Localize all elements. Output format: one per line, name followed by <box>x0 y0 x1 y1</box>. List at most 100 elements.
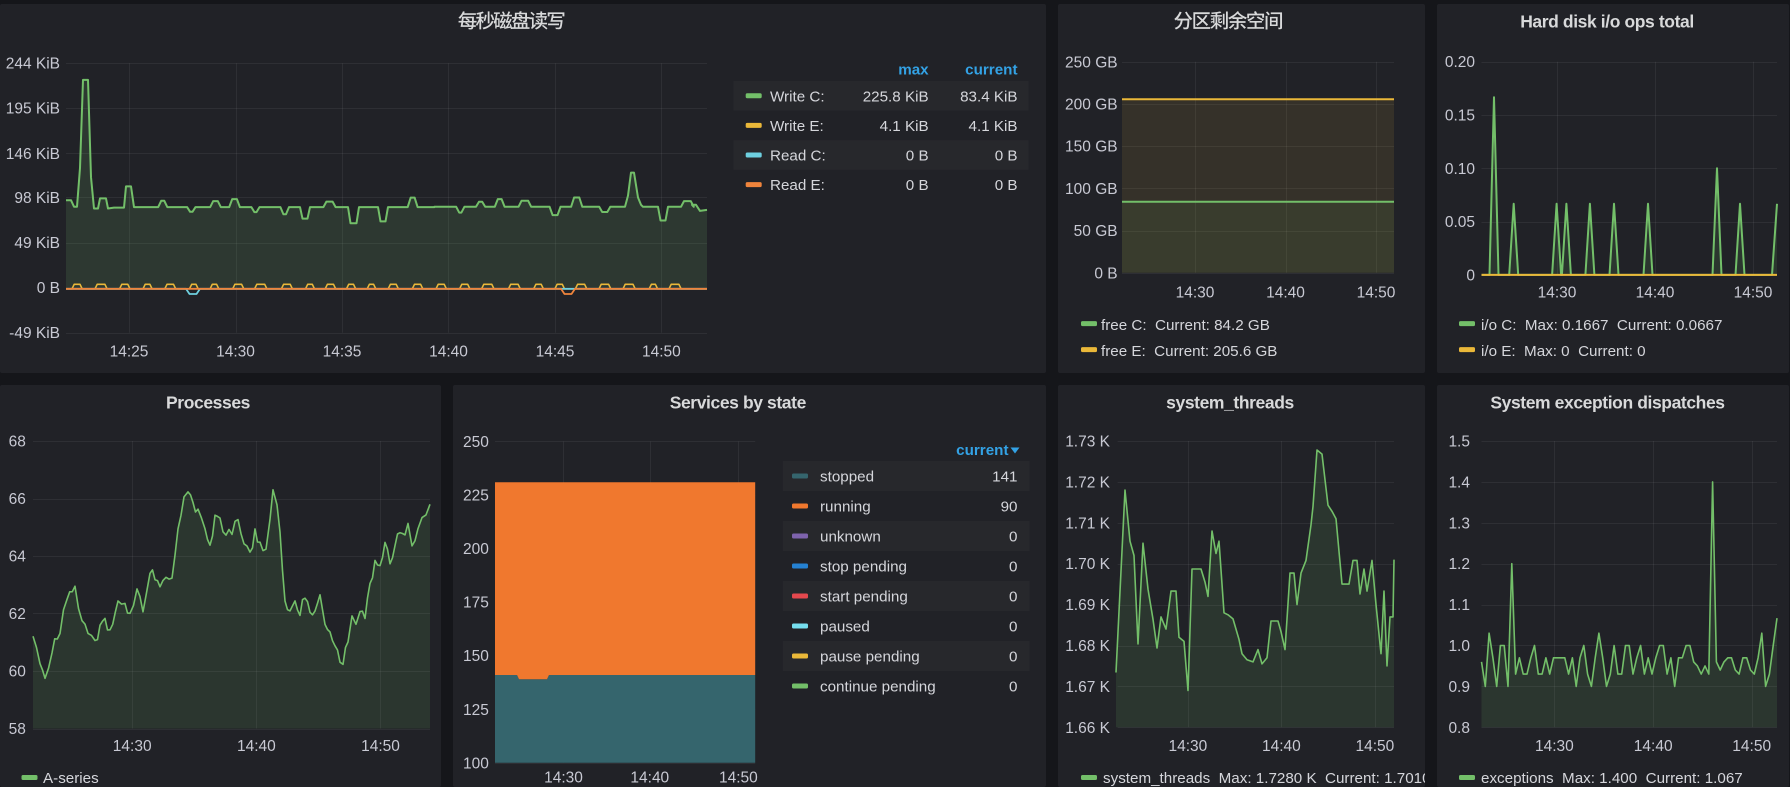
svg-text:14:50: 14:50 <box>1732 738 1771 755</box>
svg-text:continue pending: continue pending <box>820 679 936 696</box>
svg-text:1.69 K: 1.69 K <box>1065 597 1110 614</box>
svg-text:14:50: 14:50 <box>1356 738 1395 755</box>
svg-text:14:30: 14:30 <box>1535 738 1574 755</box>
svg-text:225.8 KiB: 225.8 KiB <box>863 88 929 105</box>
svg-text:0: 0 <box>1009 589 1017 606</box>
svg-text:Processes: Processes <box>166 393 251 413</box>
svg-text:14:40: 14:40 <box>429 344 468 361</box>
svg-text:1.2: 1.2 <box>1448 556 1470 573</box>
svg-text:14:30: 14:30 <box>1176 285 1215 302</box>
svg-text:Read C:: Read C: <box>770 148 826 165</box>
svg-text:146 KiB: 146 KiB <box>6 146 60 163</box>
svg-text:free C: Current: 84.2 GB: free C: Current: 84.2 GB <box>1101 317 1270 334</box>
svg-text:system_threads Max: 1.7280 K: system_threads Max: 1.7280 K Current: 1.… <box>1103 770 1425 787</box>
svg-text:195 KiB: 195 KiB <box>6 101 60 118</box>
svg-text:1.73 K: 1.73 K <box>1065 434 1110 451</box>
svg-text:Services by state: Services by state <box>670 393 807 413</box>
svg-text:4.1 KiB: 4.1 KiB <box>969 118 1018 135</box>
svg-text:14:25: 14:25 <box>110 344 149 361</box>
svg-text:0: 0 <box>1466 267 1475 284</box>
svg-text:i/o E: Max: 0 Current: 0: i/o E: Max: 0 Current: 0 <box>1481 343 1646 360</box>
svg-text:14:50: 14:50 <box>1357 285 1396 302</box>
svg-text:Write E:: Write E: <box>770 118 824 135</box>
svg-text:200: 200 <box>463 541 489 558</box>
svg-text:0: 0 <box>1009 679 1017 696</box>
svg-text:14:40: 14:40 <box>1262 738 1301 755</box>
svg-text:1.70 K: 1.70 K <box>1065 556 1110 573</box>
svg-text:14:50: 14:50 <box>642 344 681 361</box>
svg-text:0.20: 0.20 <box>1445 54 1476 71</box>
svg-text:exceptions Max: 1.400 Curren: exceptions Max: 1.400 Current: 1.067 <box>1481 770 1743 787</box>
svg-text:1.5: 1.5 <box>1448 434 1470 451</box>
svg-text:0 B: 0 B <box>37 280 60 297</box>
svg-text:1.4: 1.4 <box>1448 474 1470 491</box>
svg-text:58: 58 <box>9 721 26 738</box>
svg-text:14:40: 14:40 <box>1634 738 1673 755</box>
svg-text:68: 68 <box>9 434 26 451</box>
svg-text:0.15: 0.15 <box>1445 108 1475 125</box>
svg-text:250: 250 <box>463 434 489 451</box>
svg-text:49 KiB: 49 KiB <box>14 235 60 252</box>
svg-text:stop pending: stop pending <box>820 559 907 576</box>
svg-text:0.8: 0.8 <box>1448 720 1470 737</box>
svg-text:unknown: unknown <box>820 529 881 546</box>
svg-text:50 GB: 50 GB <box>1074 223 1118 240</box>
svg-text:0.05: 0.05 <box>1445 214 1475 231</box>
svg-text:stopped: stopped <box>820 469 874 486</box>
svg-text:running: running <box>820 499 871 516</box>
svg-text:pause pending: pause pending <box>820 649 920 666</box>
svg-text:1.68 K: 1.68 K <box>1065 638 1110 655</box>
svg-text:100 GB: 100 GB <box>1065 181 1118 198</box>
svg-text:-49 KiB: -49 KiB <box>9 325 60 342</box>
svg-text:90: 90 <box>1001 499 1018 516</box>
svg-text:60: 60 <box>9 664 27 681</box>
svg-text:0 B: 0 B <box>906 177 929 194</box>
svg-text:system_threads: system_threads <box>1166 393 1294 413</box>
svg-text:1.66 K: 1.66 K <box>1065 720 1110 737</box>
svg-text:1.3: 1.3 <box>1448 515 1470 532</box>
svg-text:150 GB: 150 GB <box>1065 139 1118 156</box>
svg-text:Write C:: Write C: <box>770 88 825 105</box>
svg-text:14:30: 14:30 <box>1538 285 1577 302</box>
svg-text:1.0: 1.0 <box>1448 638 1470 655</box>
svg-text:14:50: 14:50 <box>719 770 758 787</box>
svg-text:System exception dispatches: System exception dispatches <box>1490 393 1725 413</box>
svg-text:250 GB: 250 GB <box>1065 54 1118 71</box>
svg-text:100: 100 <box>463 755 489 772</box>
svg-text:1.1: 1.1 <box>1448 597 1470 614</box>
svg-text:14:45: 14:45 <box>536 344 575 361</box>
svg-text:200 GB: 200 GB <box>1065 97 1118 114</box>
svg-text:0 B: 0 B <box>995 177 1018 194</box>
svg-text:175: 175 <box>463 595 489 612</box>
svg-text:1.67 K: 1.67 K <box>1065 679 1110 696</box>
svg-text:Read E:: Read E: <box>770 177 825 194</box>
svg-text:Hard disk i/o ops total: Hard disk i/o ops total <box>1520 12 1694 32</box>
svg-text:14:40: 14:40 <box>1266 285 1305 302</box>
svg-text:150: 150 <box>463 648 489 665</box>
svg-text:0: 0 <box>1009 559 1017 576</box>
svg-text:free E: Current: 205.6 GB: free E: Current: 205.6 GB <box>1101 343 1277 360</box>
svg-text:paused: paused <box>820 619 870 636</box>
svg-text:A-series: A-series <box>43 770 99 787</box>
svg-text:0: 0 <box>1009 529 1017 546</box>
svg-text:14:40: 14:40 <box>237 738 276 755</box>
svg-text:83.4 KiB: 83.4 KiB <box>960 88 1017 105</box>
svg-text:14:50: 14:50 <box>361 738 400 755</box>
svg-text:98 KiB: 98 KiB <box>14 190 60 207</box>
svg-text:1.71 K: 1.71 K <box>1065 515 1110 532</box>
svg-text:14:30: 14:30 <box>544 770 583 787</box>
svg-text:0.9: 0.9 <box>1448 679 1470 696</box>
svg-text:225: 225 <box>463 488 489 505</box>
svg-text:66: 66 <box>9 491 26 508</box>
svg-text:141: 141 <box>992 469 1017 486</box>
svg-text:62: 62 <box>9 606 26 623</box>
svg-text:0.10: 0.10 <box>1445 161 1476 178</box>
svg-text:14:30: 14:30 <box>113 738 152 755</box>
svg-text:14:35: 14:35 <box>323 344 362 361</box>
svg-text:i/o C: Max: 0.1667 Current:: i/o C: Max: 0.1667 Current: 0.0667 <box>1481 317 1722 334</box>
svg-text:0 B: 0 B <box>906 148 929 165</box>
svg-text:4.1 KiB: 4.1 KiB <box>880 118 929 135</box>
svg-text:14:30: 14:30 <box>1169 738 1208 755</box>
svg-text:125: 125 <box>463 702 489 719</box>
svg-text:0 B: 0 B <box>995 148 1018 165</box>
